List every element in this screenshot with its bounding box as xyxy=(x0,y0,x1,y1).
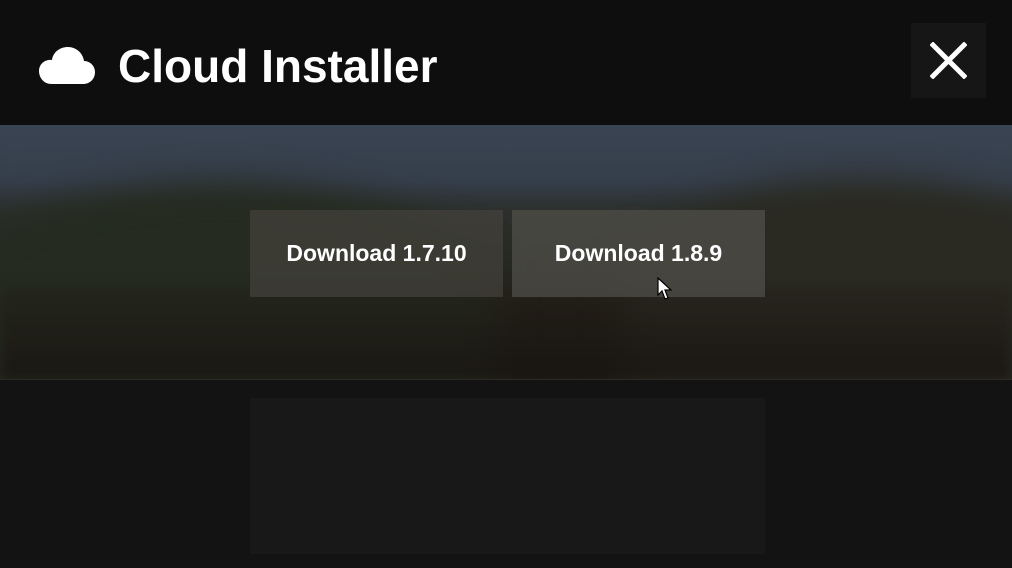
close-icon xyxy=(930,42,967,79)
banner-divider xyxy=(0,379,1012,380)
download-1-8-9-button[interactable]: Download 1.8.9 xyxy=(512,210,765,297)
banner-ground xyxy=(0,285,1012,380)
installer-window: Cloud Installer Download 1.7.10 Download… xyxy=(0,0,1012,568)
cloud-icon xyxy=(38,44,96,86)
close-button[interactable] xyxy=(911,23,986,98)
background-banner xyxy=(0,125,1012,380)
download-1-7-10-button[interactable]: Download 1.7.10 xyxy=(250,210,503,297)
mouse-pointer-icon xyxy=(657,276,673,301)
content-panel xyxy=(250,398,765,554)
title-bar: Cloud Installer xyxy=(0,0,1012,125)
app-title: Cloud Installer xyxy=(118,40,438,92)
